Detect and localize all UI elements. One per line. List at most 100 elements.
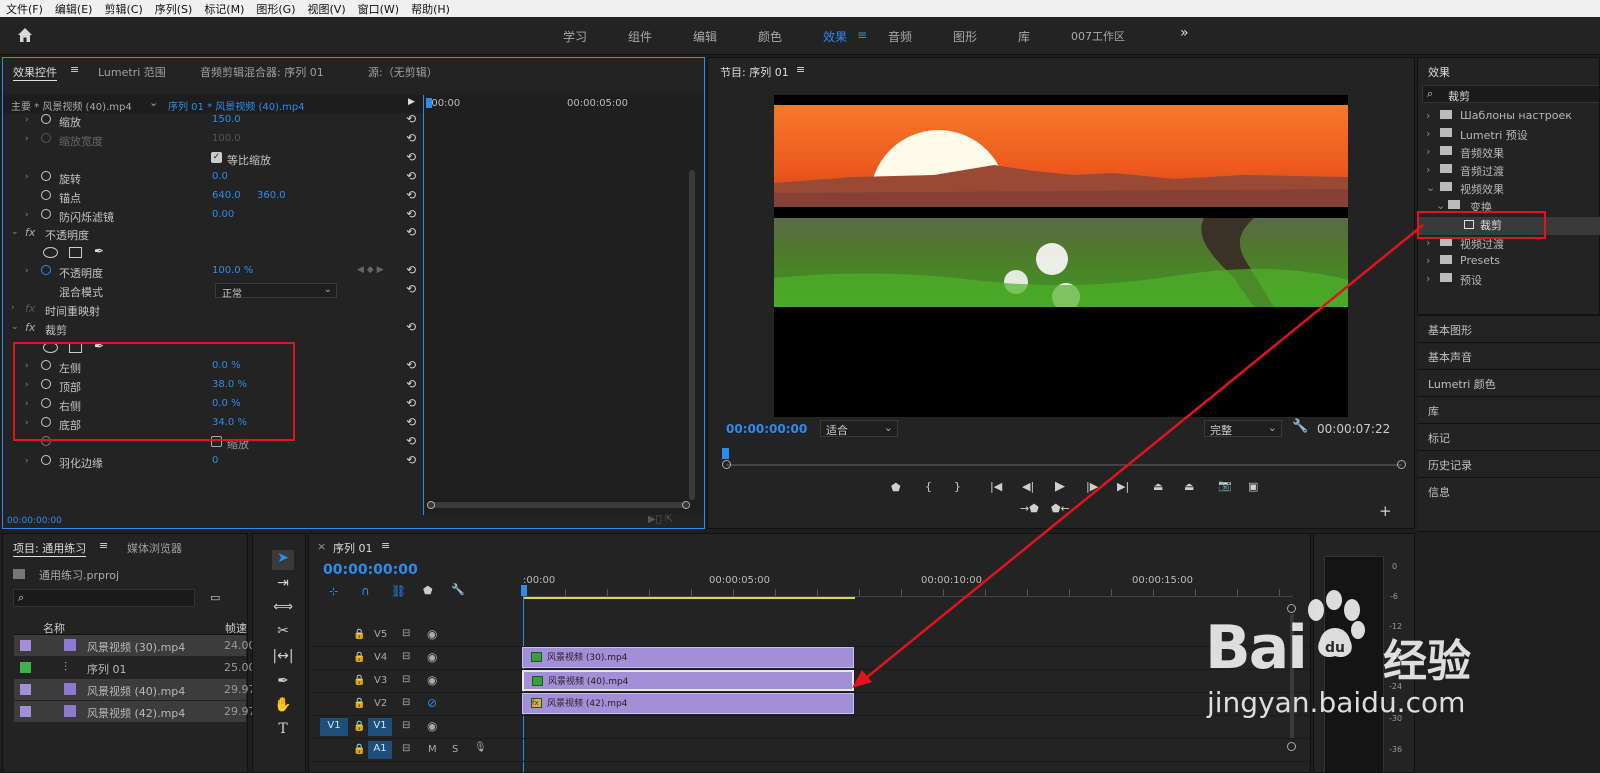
overwrite-icon[interactable]: ⬟← xyxy=(1051,502,1070,515)
tab-effects[interactable]: 效果 xyxy=(823,28,847,45)
menu-edit[interactable]: 编辑(E) xyxy=(49,1,99,17)
panel-essential-graphics[interactable]: 基本图形 xyxy=(1418,315,1600,342)
timeline-playhead-handle[interactable] xyxy=(521,585,527,596)
tab-workspace-007[interactable]: 007工作区 xyxy=(1071,28,1125,44)
project-item[interactable]: 风景视频 (42).mp4 29.97 xyxy=(14,701,256,722)
menu-lines-icon[interactable]: ≡ xyxy=(857,28,867,42)
column-framerate[interactable]: 帧速 xyxy=(225,620,247,636)
blend-mode-select[interactable]: 正常 ⌄ xyxy=(215,283,337,300)
mark-out-icon[interactable]: } xyxy=(954,480,961,493)
prop-blend-mode[interactable]: 混合模式 正常 ⌄ ⟲ xyxy=(3,282,421,301)
effects-search-input[interactable]: ⌕ 裁剪 xyxy=(1422,85,1599,103)
panel-lumetri-color[interactable]: Lumetri 颜色 xyxy=(1418,369,1600,396)
tab-editing[interactable]: 编辑 xyxy=(693,28,717,45)
tab-audio-clip-mixer[interactable]: 音频剪辑混合器: 序列 01 xyxy=(200,64,324,80)
program-scrub-bar[interactable] xyxy=(726,464,1402,466)
type-tool-icon[interactable]: T xyxy=(272,721,294,741)
panel-menu-icon[interactable]: ≡ xyxy=(70,63,79,76)
track-v1[interactable]: V1 🔒 V1 ⊟ ◉ xyxy=(310,716,1310,739)
tab-color[interactable]: 颜色 xyxy=(758,28,782,45)
horizontal-scrollbar[interactable] xyxy=(428,502,688,508)
tree-presets-en[interactable]: › Presets xyxy=(1418,254,1600,272)
video-frame[interactable] xyxy=(774,95,1348,417)
menu-file[interactable]: 文件(F) xyxy=(0,1,49,17)
wrench-icon[interactable]: 🔧 xyxy=(451,583,465,596)
step-forward-icon[interactable]: |▶ xyxy=(1086,480,1098,493)
menu-window[interactable]: 窗口(W) xyxy=(352,1,405,17)
zoom-select[interactable]: 适合 ⌄ xyxy=(820,420,898,437)
linked-selection-icon[interactable]: ⛓ xyxy=(391,584,406,598)
panel-history[interactable]: 历史记录 xyxy=(1418,450,1600,477)
extract-icon[interactable]: ⏏ xyxy=(1184,480,1194,493)
hand-tool-icon[interactable]: ✋ xyxy=(272,697,294,717)
lift-icon[interactable]: ⏏ xyxy=(1153,480,1163,493)
panel-markers[interactable]: 标记 xyxy=(1418,423,1600,450)
tab-effect-controls[interactable]: 效果控件 xyxy=(13,64,57,81)
step-back-icon[interactable]: ◀| xyxy=(1022,480,1034,493)
timeline-clip[interactable]: fx 风景视频 (42).mp4 xyxy=(522,693,854,714)
tab-libraries[interactable]: 库 xyxy=(1018,28,1030,45)
panel-libraries[interactable]: 库 xyxy=(1418,396,1600,423)
add-marker-icon[interactable]: ⬟ xyxy=(891,481,901,494)
chevron-down-icon[interactable]: ⌄ xyxy=(149,96,158,109)
ripple-edit-tool-icon[interactable]: ⟺ xyxy=(272,599,294,619)
slip-tool-icon[interactable]: |↔| xyxy=(272,648,294,668)
timeline-clip[interactable]: 风景视频 (30).mp4 xyxy=(522,647,854,668)
comparison-view-icon[interactable]: ▣ xyxy=(1248,480,1258,493)
prop-opacity[interactable]: › 不透明度 100.0 % ◀ ◆ ▶ ⟲ xyxy=(3,263,421,282)
more-workspaces-icon[interactable]: » xyxy=(1180,25,1189,41)
tab-sequence[interactable]: 序列 01 xyxy=(333,540,373,556)
snap-icon[interactable]: ∩ xyxy=(361,584,370,598)
add-button-icon[interactable]: + xyxy=(1379,502,1392,520)
tree-presets-cn[interactable]: › 预设 xyxy=(1418,272,1600,290)
panel-menu-icon[interactable]: ≡ xyxy=(99,539,108,552)
go-to-in-icon[interactable]: |◀ xyxy=(990,480,1002,493)
tree-presets-ru[interactable]: › Шаблоны настроек xyxy=(1418,109,1600,127)
tab-media-browser[interactable]: 媒体浏览器 xyxy=(127,540,182,556)
master-clip-label[interactable]: 主要 * 风景视频 (40).mp4 xyxy=(11,98,132,113)
mark-in-icon[interactable]: { xyxy=(925,480,932,493)
program-monitor-title[interactable]: 节目: 序列 01 xyxy=(720,64,789,80)
tree-audio-transitions[interactable]: › 音频过渡 xyxy=(1418,163,1600,181)
program-playhead[interactable] xyxy=(722,448,729,459)
project-search-input[interactable]: ⌕ xyxy=(13,589,195,607)
play-icon[interactable]: ▶ xyxy=(1055,479,1065,494)
home-icon[interactable] xyxy=(16,26,34,44)
effects-panel-title[interactable]: 效果 xyxy=(1428,64,1450,80)
sequence-clip-label[interactable]: 序列 01 * 风景视频 (40).mp4 xyxy=(168,98,305,113)
tab-assembly[interactable]: 组件 xyxy=(628,28,652,45)
menu-marker[interactable]: 标记(M) xyxy=(198,1,250,17)
rectangle-mask-icon[interactable] xyxy=(69,247,82,258)
panel-essential-sound[interactable]: 基本声音 xyxy=(1418,342,1600,369)
prop-feather-edge[interactable]: › 羽化边缘 0 ⟲ xyxy=(3,453,421,472)
panel-menu-icon[interactable]: ≡ xyxy=(796,63,805,76)
timeline-timecode[interactable]: 00:00:00:00 xyxy=(323,562,418,578)
track-select-tool-icon[interactable]: ⇥ xyxy=(272,575,294,595)
new-bin-icon[interactable]: ▭ xyxy=(210,591,220,604)
tab-graphics[interactable]: 图形 xyxy=(953,28,977,45)
insert-icon[interactable]: →⬟ xyxy=(1020,502,1039,515)
prop-uniform-scale[interactable]: ✓ 等比缩放 ⟲ xyxy=(3,150,421,169)
tree-video-effects[interactable]: ⌄ 视频效果 xyxy=(1418,181,1600,199)
scroll-handle-left[interactable] xyxy=(427,501,435,509)
tab-source[interactable]: 源:（无剪辑） xyxy=(368,64,438,80)
work-area-bar[interactable] xyxy=(523,597,855,599)
close-icon[interactable]: × xyxy=(317,540,326,553)
tab-audio[interactable]: 音频 xyxy=(888,28,912,45)
panel-menu-icon[interactable]: ≡ xyxy=(381,539,390,552)
menu-view[interactable]: 视图(V) xyxy=(302,1,352,17)
pen-mask-icon[interactable]: ✒ xyxy=(94,244,104,258)
pen-tool-icon[interactable]: ✒ xyxy=(272,673,294,693)
scrub-handle-right[interactable] xyxy=(1397,460,1406,469)
resolution-select[interactable]: 完整 ⌄ xyxy=(1204,420,1282,437)
prop-rotation[interactable]: › 旋转 0.0 ⟲ xyxy=(3,169,421,188)
timeline-clip-selected[interactable]: 风景视频 (40).mp4 xyxy=(522,670,854,691)
export-icon[interactable]: ▶⃒ ⇱ xyxy=(648,514,673,525)
ellipse-mask-icon[interactable] xyxy=(43,247,58,258)
selection-tool-icon[interactable]: ➤ xyxy=(272,550,294,570)
nest-icon[interactable]: ⊹ xyxy=(329,585,338,598)
go-to-out-icon[interactable]: ▶| xyxy=(1117,480,1129,493)
vscroll-handle-bottom[interactable] xyxy=(1287,742,1296,751)
scrub-handle-left[interactable] xyxy=(722,460,731,469)
razor-tool-icon[interactable]: ✂ xyxy=(272,623,294,643)
